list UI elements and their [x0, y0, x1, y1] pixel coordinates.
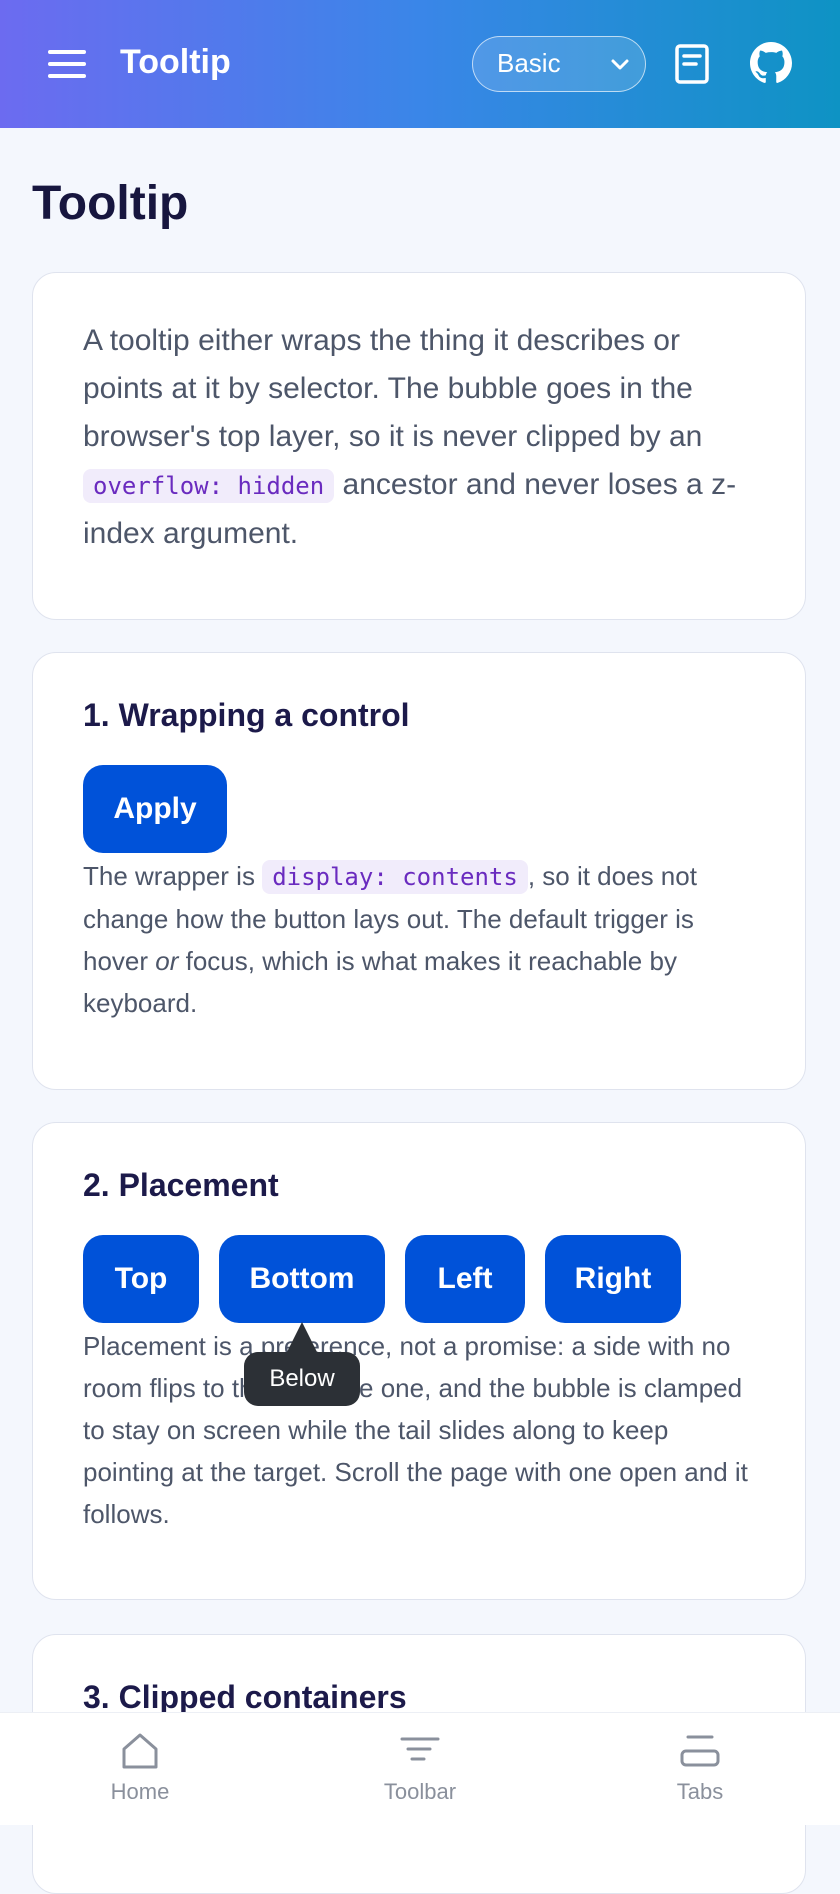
- nav-label: Home: [110, 1779, 170, 1804]
- nav-item-toolbar[interactable]: Toolbar: [340, 1731, 500, 1819]
- section-wrapping-card: 1. Wrapping a control Apply The wrapper …: [32, 652, 806, 1090]
- inline-code: overflow: hidden: [83, 469, 335, 503]
- variant-select-value: Basic: [497, 48, 561, 78]
- desc-part: The wrapper is: [83, 861, 263, 891]
- intro-card: A tooltip either wraps the thing it desc…: [32, 272, 806, 620]
- home-icon: [122, 1733, 158, 1769]
- section-placement-card: 2. Placement Top Bottom Left Right Place…: [32, 1122, 806, 1600]
- intro-text-part: A tooltip either wraps the thing it desc…: [83, 324, 703, 453]
- header-title: Tooltip: [120, 43, 231, 81]
- placement-left-button[interactable]: Left: [405, 1235, 525, 1323]
- toolbar-icon: [400, 1737, 440, 1761]
- chevron-down-icon: [611, 59, 629, 70]
- menu-icon[interactable]: [48, 50, 86, 78]
- tabs-icon: [680, 1735, 720, 1767]
- section-title: 2. Placement: [83, 1167, 279, 1203]
- tooltip-bubble: Below: [244, 1352, 360, 1406]
- page-title: Tooltip: [32, 177, 189, 230]
- section-description: Placement is a preference, not a promise…: [83, 1331, 748, 1529]
- nav-item-tabs[interactable]: Tabs: [620, 1731, 780, 1819]
- inline-code: display: contents: [262, 860, 528, 894]
- placement-buttons: Top Bottom Left Right: [83, 1235, 755, 1323]
- tooltip-tail: [286, 1322, 318, 1354]
- variant-select[interactable]: Basic: [472, 36, 646, 92]
- section-title: 3. Clipped containers: [83, 1679, 407, 1715]
- nav-item-home[interactable]: Home: [60, 1731, 220, 1819]
- app-header: Tooltip Basic: [0, 0, 840, 128]
- section-description: The wrapper is display: contents, so it …: [83, 855, 755, 1024]
- docs-icon[interactable]: [674, 44, 710, 84]
- nav-label: Tabs: [676, 1779, 724, 1804]
- placement-bottom-button[interactable]: Bottom: [219, 1235, 385, 1323]
- placement-right-button[interactable]: Right: [545, 1235, 681, 1323]
- section-title: 1. Wrapping a control: [83, 697, 410, 733]
- placement-top-button[interactable]: Top: [83, 1235, 199, 1323]
- github-icon[interactable]: [750, 42, 792, 84]
- bottom-nav: Home Toolbar Tabs: [0, 1712, 840, 1825]
- apply-button[interactable]: Apply: [83, 765, 227, 853]
- intro-text: A tooltip either wraps the thing it desc…: [83, 317, 755, 558]
- nav-label: Toolbar: [383, 1779, 457, 1804]
- desc-emphasis: or: [155, 946, 179, 976]
